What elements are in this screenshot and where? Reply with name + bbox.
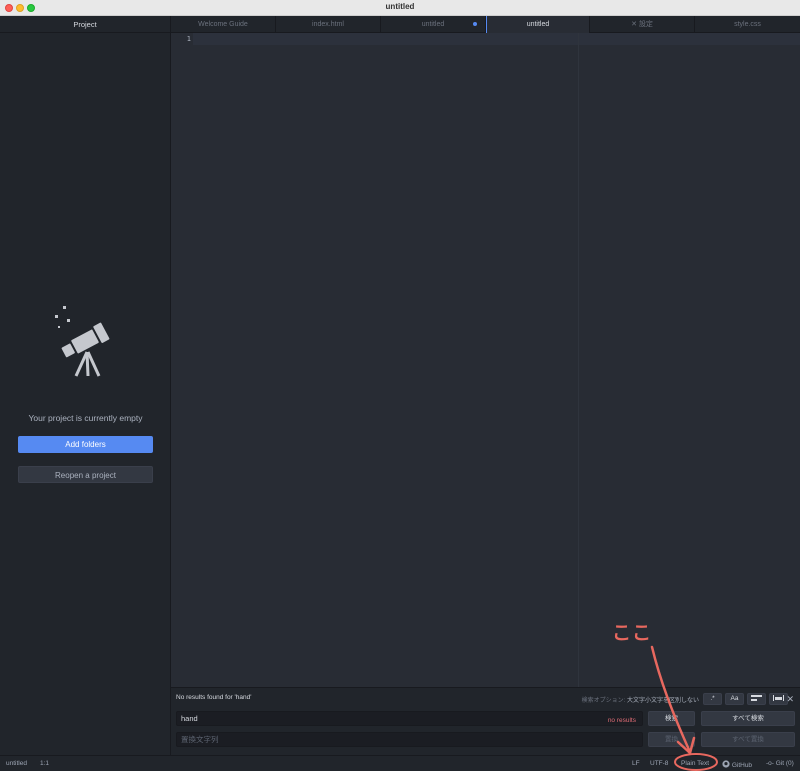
tab-label: untitled xyxy=(526,21,550,28)
git-commit-icon: -o- xyxy=(766,760,774,767)
atom-window: untitled Project Your project is current… xyxy=(0,0,800,771)
line-number: 1 xyxy=(186,35,191,43)
tab-index-html[interactable]: index.html xyxy=(276,16,381,33)
case-sensitive-icon: Aa xyxy=(730,695,739,702)
status-github[interactable]: GitHub xyxy=(722,760,752,769)
telescope-icon xyxy=(55,306,110,377)
regex-toggle-button[interactable]: .* xyxy=(703,693,722,705)
tab-label: Welcome Guide xyxy=(198,21,248,28)
status-git[interactable]: -o- Git (0) xyxy=(766,760,794,767)
in-selection-icon xyxy=(751,695,762,701)
tab-untitled-active[interactable]: untitled xyxy=(486,16,590,33)
tab-label: style.css xyxy=(734,21,761,28)
text-editor[interactable]: 1 xyxy=(171,33,800,687)
status-encoding[interactable]: UTF-8 xyxy=(650,760,668,767)
sidebar-header[interactable]: Project xyxy=(0,16,170,33)
title-bar: untitled xyxy=(0,0,800,16)
tab-label: untitled xyxy=(421,21,445,28)
find-options-summary: 検索オプション: 大文字小文字を区別しない xyxy=(582,695,699,704)
project-sidebar: Project Your project is currently empty … xyxy=(0,16,171,755)
status-bar: untitled 1:1 LF UTF-8 Plain Text GitHub … xyxy=(0,755,800,771)
find-options-label: 検索オプション: xyxy=(581,698,626,704)
whole-word-toggle-button[interactable] xyxy=(769,693,788,705)
github-icon xyxy=(722,760,730,768)
tab-label: index.html xyxy=(312,21,344,28)
find-options-value: 大文字小文字を区別しない xyxy=(626,698,699,704)
status-line-ending[interactable]: LF xyxy=(632,760,640,767)
find-result-status: no results xyxy=(607,717,636,724)
window-title: untitled xyxy=(385,2,415,11)
find-input[interactable]: hand no results xyxy=(176,711,643,726)
find-replace-panel: No results found for 'hand' 検索オプション: 大文字… xyxy=(171,687,800,755)
cursor-line-highlight xyxy=(193,33,800,45)
replace-all-button[interactable]: すべて置換 xyxy=(701,732,795,747)
in-selection-toggle-button[interactable] xyxy=(747,693,766,705)
tab-untitled-modified[interactable]: untitled xyxy=(381,16,486,33)
reopen-project-button[interactable]: Reopen a project xyxy=(18,466,153,483)
replace-button[interactable]: 置換 xyxy=(648,732,695,747)
tab-welcome-guide[interactable]: Welcome Guide xyxy=(171,16,276,33)
status-file-name[interactable]: untitled xyxy=(6,760,27,767)
tools-icon: ✕ xyxy=(631,21,637,28)
wrap-guide xyxy=(578,33,579,687)
find-result-description: No results found for 'hand' xyxy=(176,694,252,701)
annotation-label: ここ xyxy=(612,623,653,644)
regex-icon: .* xyxy=(710,695,715,702)
tab-bar: Welcome Guide index.html untitled untitl… xyxy=(171,16,800,33)
tab-style-css[interactable]: style.css xyxy=(695,16,800,33)
close-icon[interactable]: ✕ xyxy=(786,694,794,705)
case-sensitive-toggle-button[interactable]: Aa xyxy=(725,693,744,705)
status-github-label: GitHub xyxy=(731,762,753,769)
status-git-label: Git (0) xyxy=(775,760,794,767)
add-folders-button[interactable]: Add folders xyxy=(18,436,153,453)
find-input-value: hand xyxy=(181,714,198,723)
status-cursor-position[interactable]: 1:1 xyxy=(40,760,49,767)
replace-input[interactable]: 置換文字列 xyxy=(176,732,643,747)
modified-indicator-icon xyxy=(473,22,477,26)
whole-word-icon xyxy=(773,695,784,701)
tab-settings[interactable]: ✕ 設定 xyxy=(590,16,695,33)
find-button[interactable]: 検索 xyxy=(648,711,695,726)
status-grammar[interactable]: Plain Text xyxy=(681,760,709,767)
tab-label: 設定 xyxy=(638,21,653,28)
find-all-button[interactable]: すべて検索 xyxy=(701,711,795,726)
empty-project-message: Your project is currently empty xyxy=(28,413,143,423)
